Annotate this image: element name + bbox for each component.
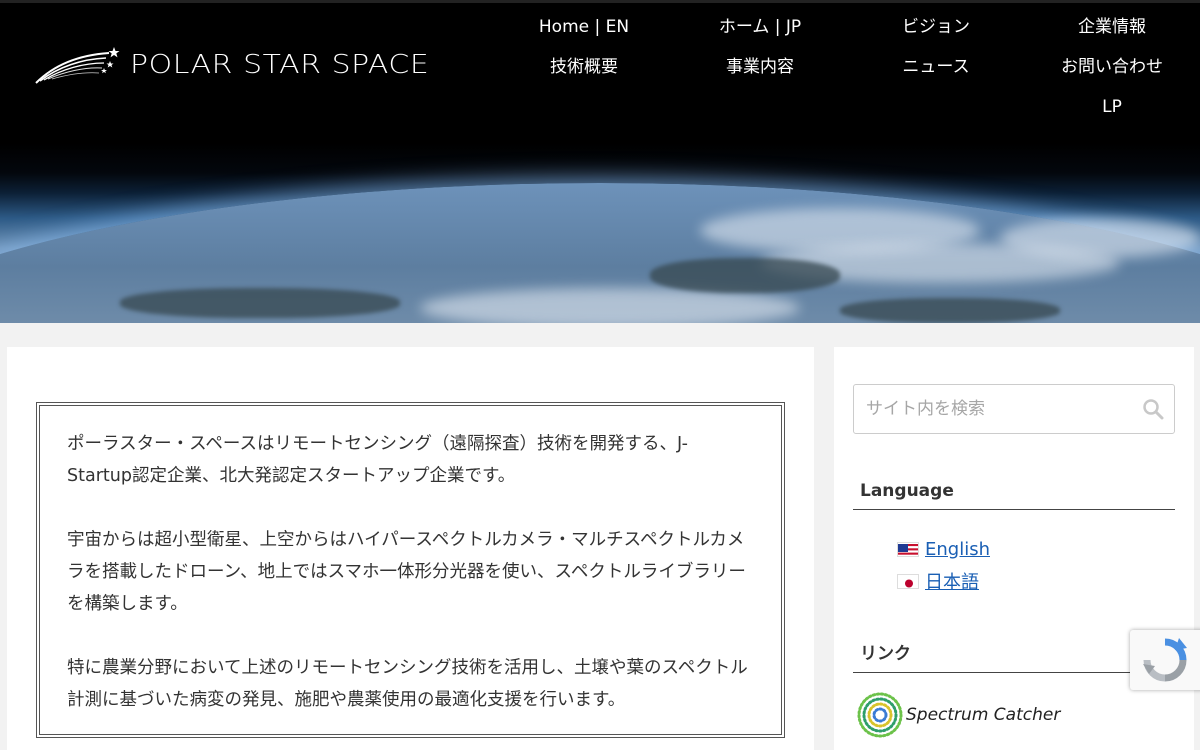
list-item: 日本語 [897, 565, 990, 597]
links-widget-title: リンク [853, 639, 1175, 673]
intro-paragraph: ポーラスター・スペースはリモートセンシング（遠隔探査）技術を開発する、J-Sta… [67, 434, 688, 486]
nav-vision[interactable]: ビジョン [848, 13, 1024, 53]
brand-logo[interactable]: POLAR STAR SPACE [34, 45, 429, 85]
nav-business[interactable]: 事業内容 [672, 53, 848, 93]
nav-news[interactable]: ニュース [848, 53, 1024, 93]
search-icon[interactable] [1142, 398, 1164, 420]
search-input[interactable] [866, 385, 1136, 433]
land-mass [120, 288, 400, 318]
recaptcha-icon [1143, 638, 1187, 682]
site-search [853, 384, 1175, 434]
land-mass [650, 258, 840, 293]
list-item: English [897, 533, 990, 565]
nav-lp[interactable]: LP [1024, 93, 1200, 133]
nav-home-en[interactable]: Home | EN [496, 13, 672, 53]
intro-paragraph: 宇宙からは超小型衛星、上空からはハイパースペクトルカメラ・マルチスペクトルカメラ… [67, 530, 746, 614]
spectrum-catcher-label: Spectrum Catcher [906, 705, 1061, 725]
nav-contact[interactable]: お問い合わせ [1024, 53, 1200, 93]
recaptcha-badge[interactable] [1130, 630, 1200, 690]
intro-box: ポーラスター・スペースはリモートセンシング（遠隔探査）技術を開発する、J-Sta… [36, 402, 785, 738]
header-hero: POLAR STAR SPACE Home | EN ホーム | JP ビジョン… [0, 0, 1200, 323]
nav-home-jp[interactable]: ホーム | JP [672, 13, 848, 53]
land-mass [840, 298, 1060, 323]
jp-flag-icon [897, 573, 919, 589]
brand-name: POLAR STAR SPACE [130, 50, 430, 80]
main-content: ポーラスター・スペースはリモートセンシング（遠隔探査）技術を開発する、J-Sta… [7, 347, 814, 750]
polar-star-logo-icon [35, 47, 120, 84]
nav-company[interactable]: 企業情報 [1024, 13, 1200, 53]
spectrum-catcher-link[interactable]: Spectrum Catcher [856, 691, 1060, 739]
main-nav: Home | EN ホーム | JP ビジョン 企業情報 技術概要 事業内容 ニ… [496, 13, 1200, 133]
intro-paragraph: 特に農業分野において上述のリモートセンシング技術を活用し、土壌や葉のスペクトル計… [67, 658, 748, 710]
language-japanese-link[interactable]: 日本語 [925, 568, 979, 594]
language-list: English 日本語 [897, 533, 990, 597]
spectrum-catcher-logo-icon [857, 692, 903, 738]
cloud [420, 288, 800, 323]
us-flag-icon [897, 541, 919, 557]
language-widget-title: Language [853, 481, 1175, 510]
cloud [1000, 218, 1200, 258]
nav-technology[interactable]: 技術概要 [496, 53, 672, 93]
language-english-link[interactable]: English [925, 539, 990, 560]
